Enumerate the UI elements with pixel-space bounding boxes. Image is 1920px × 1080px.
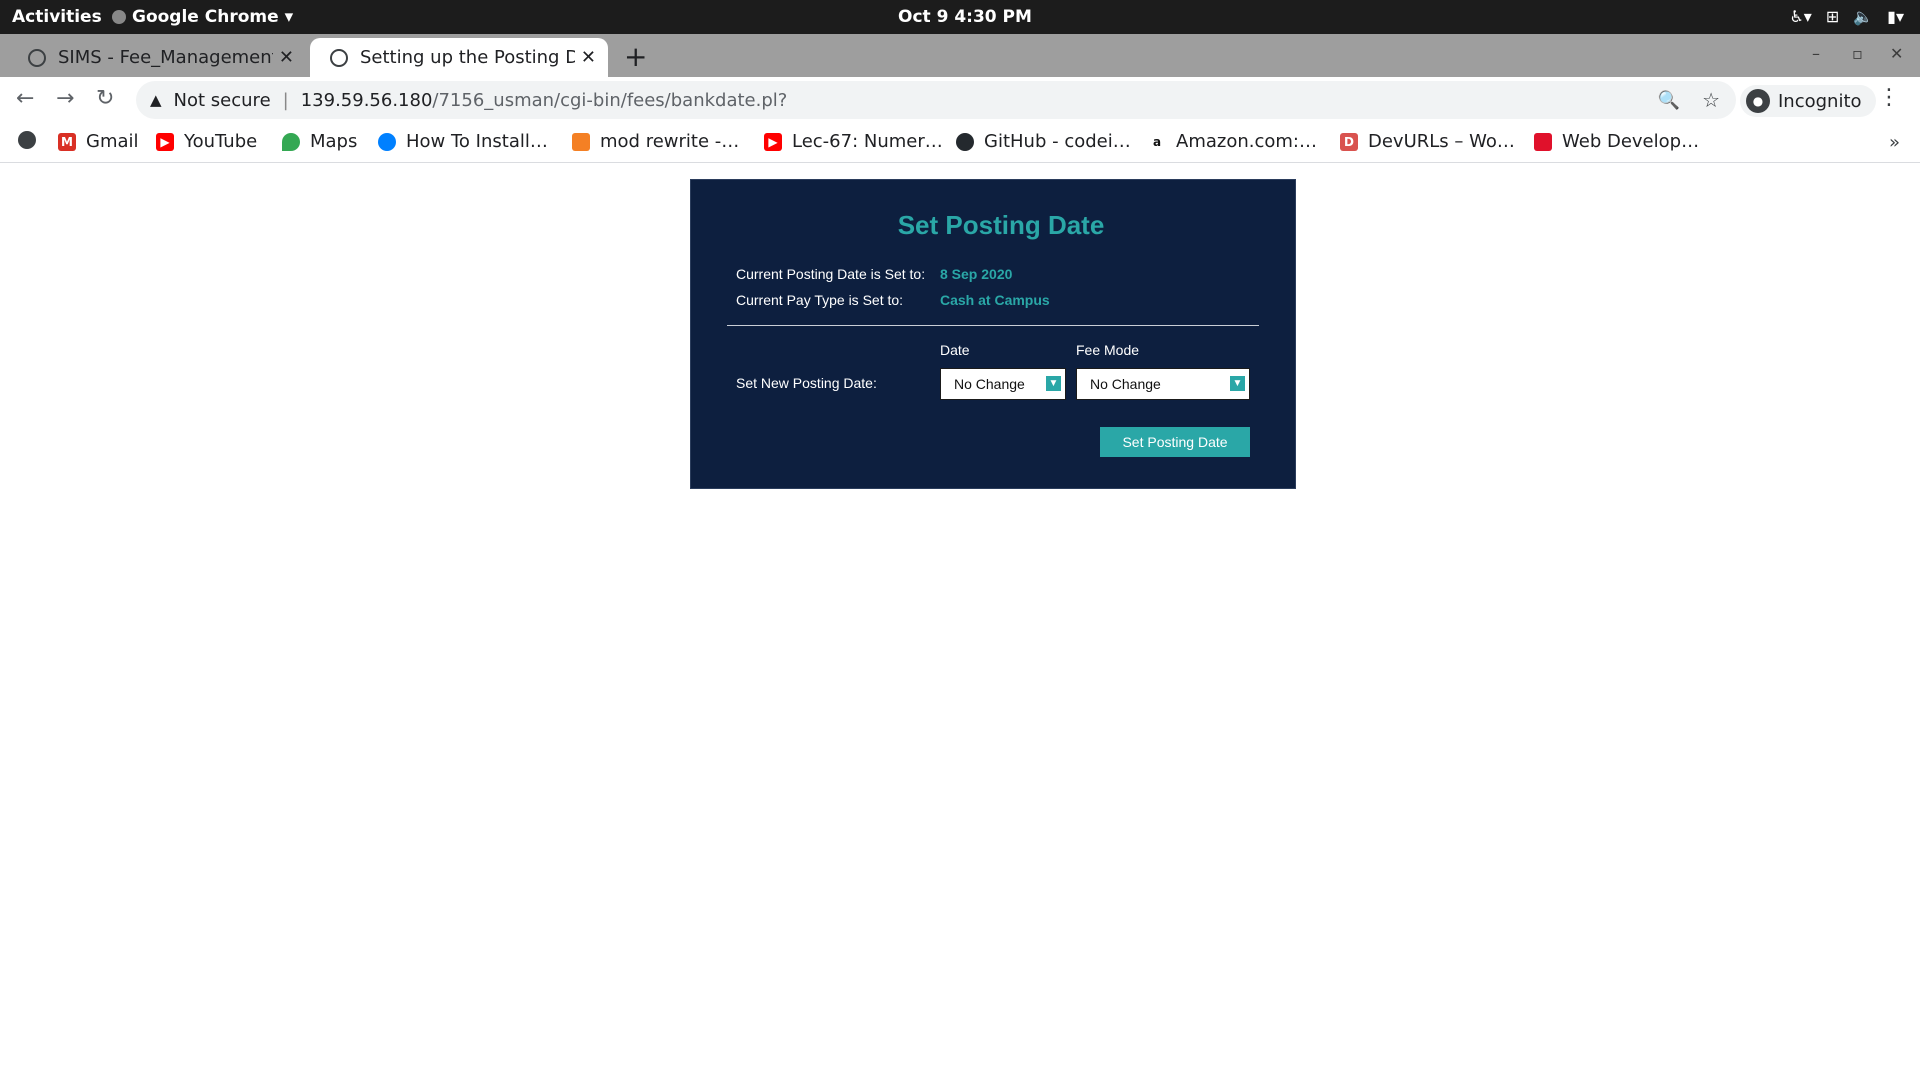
chevron-down-icon: ▾ <box>284 7 294 27</box>
reload-icon[interactable]: ↻ <box>96 86 114 111</box>
warning-icon[interactable]: ▲ <box>150 91 162 109</box>
maximize-icon[interactable]: ▫ <box>1852 44 1863 63</box>
tab-posting-date[interactable]: Setting up the Posting Da ✕ <box>310 38 608 77</box>
bookmark-label: YouTube <box>184 131 258 152</box>
address-separator: | <box>282 89 289 111</box>
stackoverflow-icon <box>572 132 590 151</box>
posting-date-panel: Set Posting Date Current Posting Date is… <box>690 179 1296 489</box>
bookmark-label: GitHub - codei… <box>984 131 1131 152</box>
security-label[interactable]: Not secure <box>174 90 271 111</box>
app-menu-label: Google Chrome <box>132 7 279 27</box>
chevron-down-icon: ▼ <box>1046 376 1061 391</box>
bookmark-label: Gmail <box>86 131 139 152</box>
bookmark-red-icon <box>1534 132 1552 151</box>
bookmark-mod-rewrite[interactable]: mod rewrite -… <box>572 131 739 152</box>
maps-icon <box>282 132 300 151</box>
back-arrow-icon[interactable]: ← <box>16 86 34 111</box>
bookmark-label: Maps <box>310 131 358 152</box>
chevron-down-icon: ▼ <box>1230 376 1245 391</box>
youtube-icon: ▶ <box>156 132 174 151</box>
bookmarks-bar: M Gmail ▶ YouTube Maps How To Install… mod… <box>0 123 1920 163</box>
accessibility-icon[interactable]: ♿▾ <box>1789 7 1811 26</box>
divider <box>727 325 1259 326</box>
system-top-bar: Activities Google Chrome ▾ Oct 9 4:30 PM… <box>0 0 1920 34</box>
bookmark-label: Web Develop… <box>1562 131 1700 152</box>
incognito-profile-button[interactable]: ● Incognito <box>1740 85 1876 117</box>
current-paytype-label: Current Pay Type is Set to: <box>736 292 904 308</box>
bookmark-how-to-install[interactable]: How To Install… <box>378 131 548 152</box>
bookmark-gmail[interactable]: M Gmail <box>58 131 139 152</box>
bookmark-devurls[interactable]: D DevURLs – Wo… <box>1340 131 1515 152</box>
app-menu[interactable]: Google Chrome ▾ <box>112 7 293 27</box>
apps-globe-icon[interactable] <box>18 131 36 149</box>
clock[interactable]: Oct 9 4:30 PM <box>898 7 1032 27</box>
date-select-value: No Change <box>954 376 1025 392</box>
forward-arrow-icon[interactable]: → <box>56 86 74 111</box>
feemode-column-header: Fee Mode <box>1076 342 1140 358</box>
battery-icon: ▮▾ <box>1887 7 1904 26</box>
tab-sims-fee-management[interactable]: SIMS - Fee_Management ✕ <box>8 38 306 77</box>
profile-label: Incognito <box>1778 90 1862 112</box>
feemode-select[interactable]: No Change ▼ <box>1076 368 1250 400</box>
url-path: /7156_usman/cgi-bin/fees/bankdate.pl? <box>432 89 788 111</box>
chrome-icon <box>112 10 126 24</box>
bookmark-label: DevURLs – Wo… <box>1368 131 1515 152</box>
amazon-icon: a <box>1148 132 1166 151</box>
close-tab-icon[interactable]: ✕ <box>279 47 294 68</box>
github-icon <box>956 132 974 151</box>
bookmark-label: mod rewrite -… <box>600 131 740 152</box>
bookmark-label: How To Install… <box>406 131 548 152</box>
set-posting-date-button[interactable]: Set Posting Date <box>1100 427 1250 457</box>
more-menu-icon[interactable]: ⋮ <box>1878 85 1900 110</box>
globe-icon <box>18 131 36 149</box>
bookmark-youtube[interactable]: ▶ YouTube <box>156 131 257 152</box>
globe-icon <box>28 48 46 67</box>
devurls-icon: D <box>1340 132 1358 151</box>
current-date-label: Current Posting Date is Set to: <box>736 266 926 282</box>
new-posting-date-label: Set New Posting Date: <box>736 375 877 391</box>
browser-toolbar: ← → ↻ ▲ Not secure | 139.59.56.180/7156_… <box>0 77 1920 123</box>
page-title: Set Posting Date <box>897 210 1105 240</box>
bookmark-label: Amazon.com:… <box>1176 131 1317 152</box>
tab-strip: SIMS - Fee_Management ✕ Setting up the P… <box>0 34 1920 77</box>
current-date-value: 8 Sep 2020 <box>940 266 1013 282</box>
close-window-icon[interactable]: ✕ <box>1890 44 1903 63</box>
tab-title: Setting up the Posting Da <box>360 47 575 68</box>
date-column-header: Date <box>940 342 970 358</box>
system-tray[interactable]: ♿▾ ⊞ 🔈 ▮▾ <box>1789 7 1904 26</box>
zoom-icon[interactable]: 🔍 <box>1658 90 1680 111</box>
bookmark-maps[interactable]: Maps <box>282 131 357 152</box>
minimize-icon[interactable]: – <box>1812 44 1820 63</box>
globe-icon <box>330 48 348 67</box>
new-tab-button[interactable]: + <box>624 40 647 73</box>
more-bookmarks-icon[interactable]: » <box>1889 132 1900 153</box>
close-tab-icon[interactable]: ✕ <box>581 47 596 68</box>
date-select[interactable]: No Change ▼ <box>940 368 1066 400</box>
url-host: 139.59.56.180 <box>300 89 433 111</box>
bookmark-github[interactable]: GitHub - codei… <box>956 131 1131 152</box>
youtube-icon: ▶ <box>764 132 782 151</box>
tab-title: SIMS - Fee_Management <box>58 47 273 68</box>
bookmark-star-icon[interactable]: ☆ <box>1702 88 1720 112</box>
activities-button[interactable]: Activities <box>12 7 102 27</box>
gmail-icon: M <box>58 132 76 151</box>
digitalocean-icon <box>378 132 396 151</box>
volume-icon: 🔈 <box>1853 7 1874 26</box>
network-icon: ⊞ <box>1825 7 1840 26</box>
address-bar[interactable]: ▲ Not secure | 139.59.56.180/7156_usman/… <box>136 81 1736 119</box>
bookmark-amazon[interactable]: a Amazon.com:… <box>1148 131 1317 152</box>
bookmark-lec-67[interactable]: ▶ Lec-67: Numer… <box>764 131 943 152</box>
incognito-icon: ● <box>1746 89 1770 113</box>
bookmark-label: Lec-67: Numer… <box>792 131 943 152</box>
current-paytype-value: Cash at Campus <box>940 292 1050 308</box>
bookmark-web-develop[interactable]: Web Develop… <box>1534 131 1699 152</box>
feemode-select-value: No Change <box>1090 376 1161 392</box>
